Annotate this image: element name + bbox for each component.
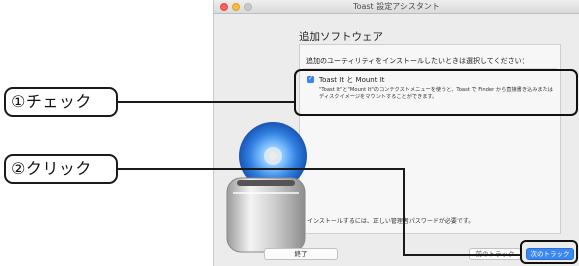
callout-check-label: ①チェック: [4, 87, 118, 117]
window-title: Toast 設定アシスタント: [353, 2, 440, 11]
callout-1-leader-line: [118, 101, 294, 103]
callout-2-leader-line-h2: [403, 254, 521, 256]
callout-click-label: ②クリック: [4, 154, 118, 184]
quit-button[interactable]: 終了: [264, 248, 338, 260]
setup-assistant-window: Toast 設定アシスタント 追加ソフトウェア 追加のユーティリティをインストー…: [213, 0, 579, 266]
toaster-illustration: [226, 122, 307, 253]
section-title: 追加ソフトウェア: [299, 31, 383, 43]
next-button-highlight-box: [520, 240, 578, 264]
title-bar: Toast 設定アシスタント: [214, 0, 579, 14]
callout-2-leader-line-v: [403, 168, 405, 256]
password-note: インストールするには、正しい管理者パスワードが必要です。: [307, 218, 475, 225]
callout-2-leader-line-h1: [118, 168, 404, 170]
checkbox-highlight-box: [294, 69, 578, 116]
instruction-text: 追加のユーティリティをインストールしたいときは選択してください：: [306, 57, 529, 65]
